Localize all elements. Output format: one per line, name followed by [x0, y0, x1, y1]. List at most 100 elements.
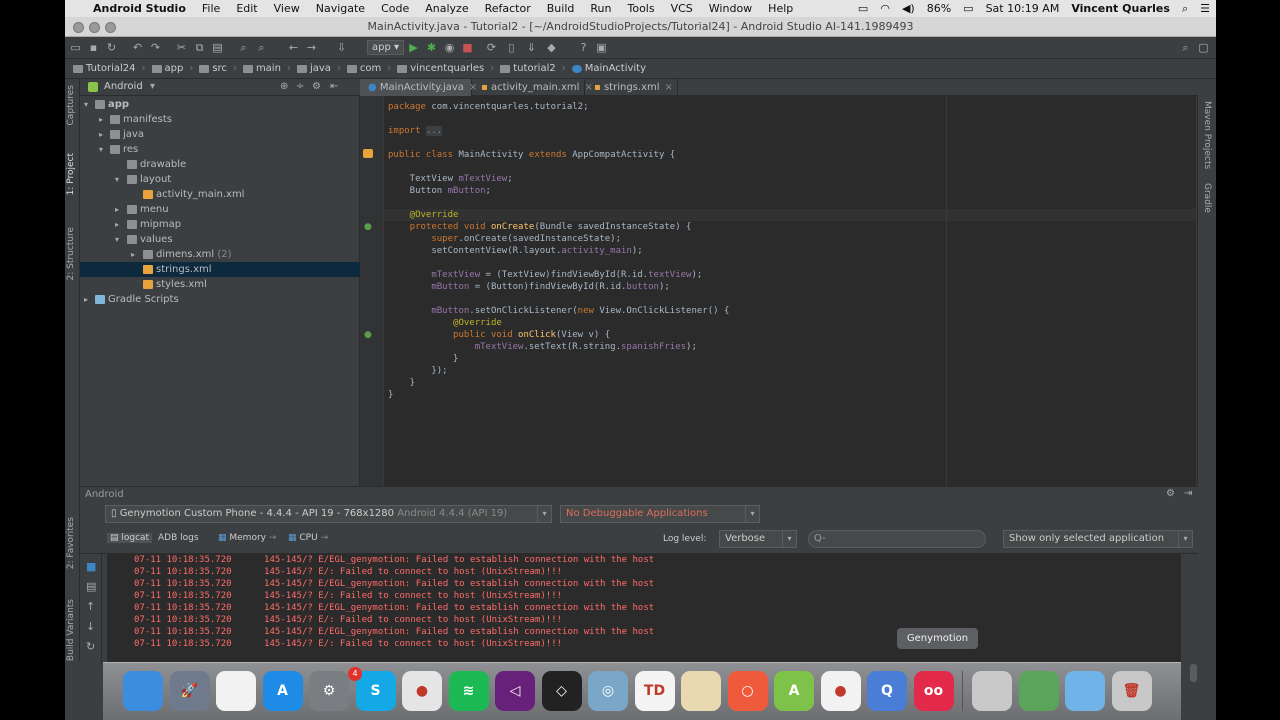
tool-tab-captures[interactable]: Captures	[66, 85, 79, 125]
tab-strings-xml[interactable]: ▪ strings.xml ×	[586, 79, 678, 96]
recorder-icon[interactable]: ●	[820, 671, 861, 711]
log-level-select[interactable]: Verbose ▾	[719, 530, 797, 548]
tree-item-manifests[interactable]: ▸ manifests	[80, 112, 360, 127]
genymotion-icon[interactable]: ▣	[595, 41, 608, 54]
run-configuration-select[interactable]: app ▾	[367, 40, 405, 55]
spotify-icon[interactable]: ≋	[448, 671, 489, 711]
unity-icon[interactable]: ◇	[541, 671, 582, 711]
avd-manager-icon[interactable]: ▯	[505, 41, 518, 54]
menu-tools[interactable]: Tools	[619, 2, 662, 15]
tree-item-values[interactable]: ▾ values	[80, 232, 360, 247]
breadcrumb-item[interactable]: java ›	[296, 63, 341, 74]
project-view-select[interactable]: Android	[104, 81, 143, 92]
cut-icon[interactable]: ✂	[175, 41, 188, 54]
menu-run[interactable]: Run	[582, 2, 619, 15]
breadcrumb-item[interactable]: app ›	[151, 63, 193, 74]
down-icon[interactable]: ↓	[86, 620, 95, 633]
visual-studio-icon[interactable]: ◁	[495, 671, 535, 711]
menu-file[interactable]: File	[194, 2, 228, 15]
preview-icon[interactable]	[681, 671, 721, 711]
menu-vcs[interactable]: VCS	[663, 2, 701, 15]
tab-activity-main-xml[interactable]: ▪ activity_main.xml ×	[473, 79, 593, 96]
close-tab-icon[interactable]: ×	[665, 82, 673, 93]
tree-item-java[interactable]: ▸ java	[80, 127, 360, 142]
tree-item-mipmap[interactable]: ▸ mipmap	[80, 217, 360, 232]
scrollbar-thumb[interactable]	[1190, 664, 1197, 682]
tool-tab-favorites[interactable]: 2: Favorites	[66, 517, 79, 569]
tool-tab-maven-projects[interactable]: Maven Projects	[1199, 101, 1212, 169]
trash-icon[interactable]: 🗑	[1111, 671, 1152, 711]
chevron-down-icon[interactable]: ▾	[150, 81, 155, 92]
logcat-filter-select[interactable]: Show only selected application ▾	[1003, 530, 1193, 548]
menu-navigate[interactable]: Navigate	[308, 2, 373, 15]
folder-icon[interactable]	[1065, 671, 1105, 711]
wifi-icon[interactable]: ◠	[874, 2, 896, 15]
android-studio-icon[interactable]: A	[774, 671, 814, 711]
breadcrumb-item[interactable]: src ›	[199, 63, 237, 74]
stop-icon[interactable]: ■	[461, 41, 474, 54]
breadcrumb-item[interactable]: Tutorial24 ›	[73, 63, 146, 74]
process-select[interactable]: No Debuggable Applications ▾	[560, 505, 760, 523]
help-icon[interactable]: ?	[577, 41, 590, 54]
class-marker-icon[interactable]	[363, 149, 373, 158]
make-project-icon[interactable]: ⇩	[335, 41, 348, 54]
tree-item-styles-xml[interactable]: styles.xml	[80, 277, 360, 292]
clipper-icon[interactable]: ○	[727, 671, 768, 711]
textedit-icon[interactable]	[216, 671, 256, 711]
find-icon[interactable]: ⌕	[237, 41, 250, 54]
menu-build[interactable]: Build	[539, 2, 583, 15]
td-icon[interactable]: TD	[634, 671, 675, 711]
tree-item-dimens-xml[interactable]: ▸ dimens.xml (2)	[80, 247, 360, 262]
tree-item-drawable[interactable]: drawable	[80, 157, 360, 172]
scroll-to-end-icon[interactable]: ▤	[86, 580, 96, 593]
tool-tab-build-variants[interactable]: Build Variants	[66, 599, 79, 661]
window-icon[interactable]: ▢	[1197, 41, 1210, 54]
tool-tab-project[interactable]: 1: Project	[66, 153, 79, 195]
hide-panel-icon[interactable]: ⇤	[330, 81, 338, 92]
chrome-icon[interactable]: ●	[402, 671, 442, 711]
redo-icon[interactable]: ↷	[149, 41, 162, 54]
system-preferences-icon[interactable]: ⚙	[309, 671, 349, 711]
tree-item-res[interactable]: ▾ res	[80, 142, 360, 157]
replace-icon[interactable]: ⌕	[255, 41, 268, 54]
panel-settings-gear-icon[interactable]: ⚙	[1166, 488, 1175, 499]
tab-cpu[interactable]: ▦ CPU →	[288, 533, 328, 543]
menu-view[interactable]: View	[266, 2, 308, 15]
clock[interactable]: Sat 10:19 AM	[980, 2, 1066, 15]
network-icon[interactable]: ◎	[588, 671, 628, 711]
scroll-from-source-icon[interactable]: ⊕	[280, 81, 288, 92]
tree-item-gradle-scripts[interactable]: ▸ Gradle Scripts	[80, 292, 360, 307]
app-store-icon[interactable]: A	[262, 671, 303, 711]
breadcrumb-item[interactable]: tutorial2 ›	[500, 63, 566, 74]
launchpad-icon[interactable]: 🚀	[169, 671, 210, 711]
battery-level[interactable]: 86%	[921, 2, 957, 15]
breadcrumb-item[interactable]: com ›	[346, 63, 391, 74]
tree-item-menu[interactable]: ▸ menu	[80, 202, 360, 217]
menu-edit[interactable]: Edit	[228, 2, 265, 15]
genymotion-icon[interactable]: oo	[913, 671, 954, 711]
quicktime-icon[interactable]: Q	[867, 671, 907, 711]
back-icon[interactable]: ←	[287, 41, 300, 54]
sync-icon[interactable]: ↻	[105, 41, 118, 54]
app-menu[interactable]: Android Studio	[85, 2, 194, 15]
restart-icon[interactable]: ↻	[86, 640, 95, 653]
tree-item-layout[interactable]: ▾ layout	[80, 172, 360, 187]
monitor-icon[interactable]: ◆	[545, 41, 558, 54]
sync-gradle-icon[interactable]: ⟳	[485, 41, 498, 54]
spotlight-icon[interactable]: ⌕	[1176, 2, 1194, 16]
breadcrumb-item[interactable]: MainActivity	[571, 63, 646, 74]
tree-item-activity-main-xml[interactable]: activity_main.xml	[80, 187, 360, 202]
open-folder-icon[interactable]: ▭	[69, 41, 82, 54]
photos-icon[interactable]	[1018, 671, 1059, 711]
menu-code[interactable]: Code	[373, 2, 417, 15]
override-marker-icon[interactable]: ●	[364, 330, 372, 340]
up-icon[interactable]: ↑	[86, 600, 95, 613]
menu-analyze[interactable]: Analyze	[417, 2, 476, 15]
tab-logcat[interactable]: ▤ logcat	[107, 533, 153, 543]
breadcrumb-item[interactable]: main ›	[242, 63, 291, 74]
paste-icon[interactable]: ▤	[211, 41, 224, 54]
menu-window[interactable]: Window	[701, 2, 760, 15]
forward-icon[interactable]: →	[305, 41, 318, 54]
battery-icon[interactable]: ▭	[957, 2, 979, 15]
tool-tab-gradle[interactable]: Gradle	[1199, 183, 1212, 213]
